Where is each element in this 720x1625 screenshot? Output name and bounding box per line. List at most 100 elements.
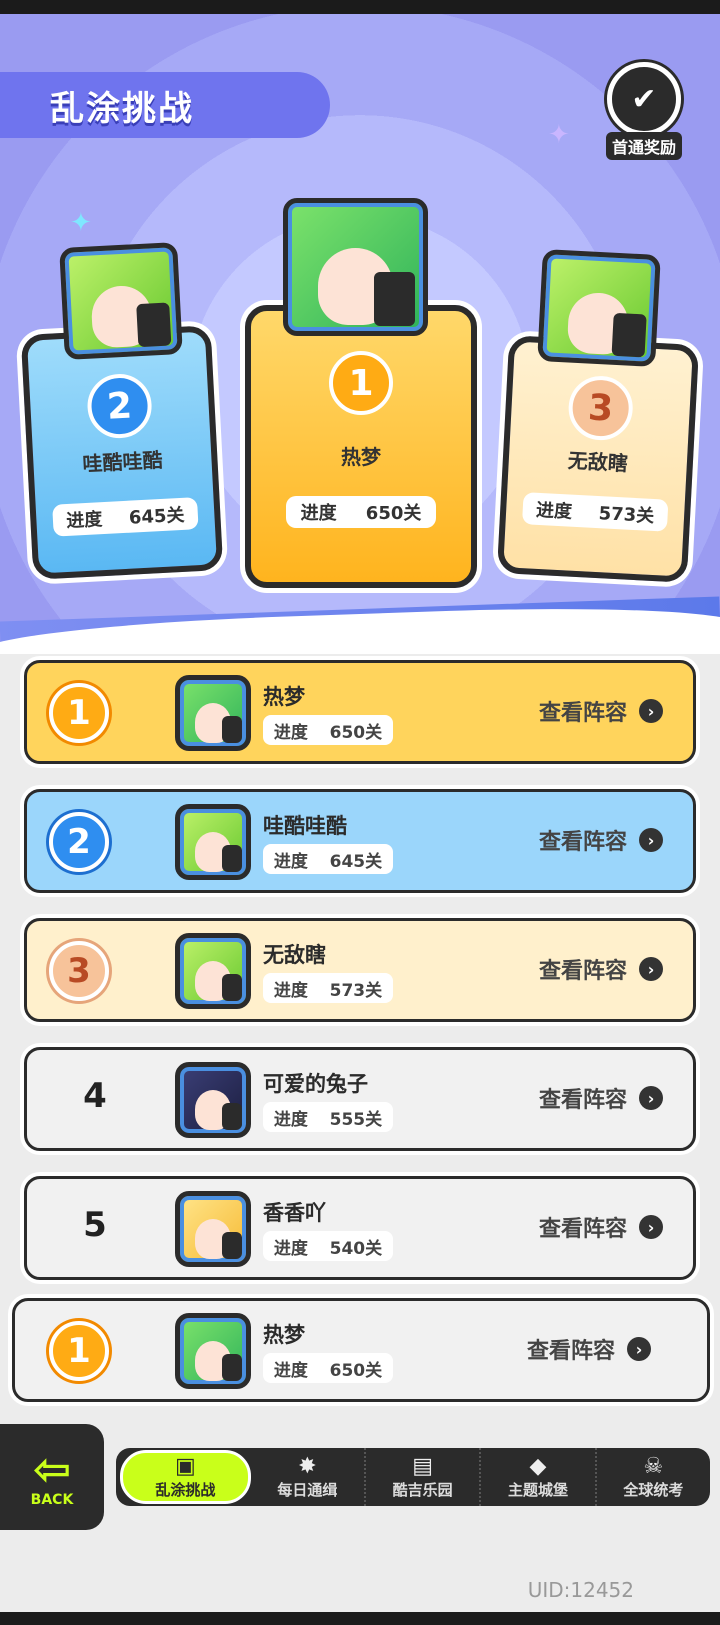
progress-value: 645关 [128, 504, 186, 529]
view-lineup-button[interactable]: 查看阵容 › [539, 1211, 663, 1243]
avatar [175, 675, 251, 751]
chevron-right-icon: › [639, 957, 663, 981]
player-name: 热梦 [263, 685, 305, 709]
rank-badge: 1 [329, 351, 393, 415]
gold-medal-icon: 1 [49, 683, 109, 743]
tab-label: 乱涂挑战 [155, 1480, 216, 1499]
player-name: 哇酷哇酷 [263, 814, 347, 838]
player-name: 无敌瞎 [263, 943, 326, 967]
castle-icon: ◆ [529, 1453, 547, 1479]
avatar [175, 933, 251, 1009]
progress-value: 650关 [329, 1360, 383, 1381]
wanted-icon: ✸ [298, 1453, 317, 1479]
progress-value: 573关 [598, 503, 655, 528]
view-lineup-button[interactable]: 查看阵容 › [539, 695, 663, 727]
view-lineup-button[interactable]: 查看阵容 › [527, 1333, 651, 1365]
podium-first[interactable]: 1 热梦 进度 650关 [245, 305, 477, 588]
progress-pill: 进度 650关 [263, 1353, 393, 1383]
podium-third[interactable]: 3 无敌瞎 进度 573关 [496, 335, 700, 583]
player-name: 热梦 [341, 445, 381, 469]
player-name: 香香吖 [263, 1201, 326, 1225]
view-lineup-label: 查看阵容 [538, 1217, 627, 1242]
progress-value: 650关 [365, 503, 422, 524]
progress-value: 555关 [329, 1109, 383, 1130]
avatar [283, 198, 428, 336]
chevron-right-icon: › [627, 1337, 651, 1361]
avatar [59, 241, 183, 361]
sparkle-icon: ✦ [548, 120, 570, 150]
progress-value: 573关 [329, 980, 383, 1001]
tab-theme-castle[interactable]: ◆ 主题城堡 [481, 1448, 597, 1506]
progress-pill: 进度 573关 [263, 973, 393, 1003]
player-name: 可爱的兔子 [263, 1072, 368, 1096]
progress-label: 进度 [535, 499, 573, 523]
avatar [175, 1062, 251, 1138]
tab-global-exam[interactable]: ☠ 全球统考 [597, 1448, 710, 1506]
back-label: BACK [30, 1492, 74, 1508]
view-lineup-label: 查看阵容 [538, 830, 627, 855]
gold-medal-icon: 1 [49, 1321, 109, 1381]
progress-label: 进度 [273, 1109, 308, 1130]
gamepad-icon: ▣ [174, 1453, 196, 1479]
leaderboard-row[interactable]: 3 无敌瞎 进度 573关 查看阵容 › [24, 918, 696, 1022]
chevron-right-icon: › [639, 699, 663, 723]
my-rank-row[interactable]: 1 热梦 进度 650关 查看阵容 › [12, 1298, 710, 1402]
avatar [175, 1313, 251, 1389]
leaderboard-row[interactable]: 2 哇酷哇酷 进度 645关 查看阵容 › [24, 789, 696, 893]
leaderboard-row[interactable]: 1 热梦 进度 650关 查看阵容 › [24, 660, 696, 764]
view-lineup-label: 查看阵容 [538, 701, 627, 726]
avatar [175, 1191, 251, 1267]
progress-label: 进度 [300, 503, 337, 524]
tab-label: 酷吉乐园 [392, 1480, 453, 1499]
bronze-medal-icon: 3 [49, 941, 109, 1001]
player-name: 热梦 [263, 1323, 305, 1347]
progress-pill: 进度 540关 [263, 1231, 393, 1261]
leaderboard-row[interactable]: 4 可爱的兔子 进度 555关 查看阵容 › [24, 1047, 696, 1151]
console-icon: ▤ [412, 1453, 434, 1479]
progress-pill: 进度 650关 [286, 496, 436, 528]
progress-value: 650关 [329, 722, 383, 743]
rank-badge: 2 [85, 372, 154, 440]
hero-stripe [0, 596, 720, 652]
progress-value: 540关 [329, 1238, 383, 1259]
rank-badge: 3 [567, 374, 635, 442]
view-lineup-button[interactable]: 查看阵容 › [539, 953, 663, 985]
back-button[interactable]: ⇦ BACK [0, 1424, 104, 1530]
first-clear-reward-button[interactable]: ✔ 首通奖励 [598, 62, 690, 160]
progress-pill: 进度 645关 [52, 497, 199, 537]
chevron-right-icon: › [639, 828, 663, 852]
progress-label: 进度 [273, 980, 308, 1001]
skull-icon: ☠ [643, 1453, 664, 1479]
progress-pill: 进度 645关 [263, 844, 393, 874]
player-name: 哇酷哇酷 [81, 447, 164, 477]
rank-number: 4 [83, 1076, 107, 1116]
podium-second[interactable]: 2 哇酷哇酷 进度 645关 [20, 325, 224, 580]
progress-label: 进度 [273, 1238, 308, 1259]
avatar [537, 248, 661, 368]
first-reward-label: 首通奖励 [605, 132, 682, 160]
progress-label: 进度 [273, 1360, 308, 1381]
avatar [175, 804, 251, 880]
progress-pill: 进度 650关 [263, 715, 393, 745]
bottom-nav: ▣ 乱涂挑战 ✸ 每日通缉 ▤ 酷吉乐园 ◆ 主题城堡 ☠ 全球统考 [116, 1448, 710, 1506]
tab-kuji-park[interactable]: ▤ 酷吉乐园 [366, 1448, 482, 1506]
tab-label: 每日通缉 [277, 1480, 338, 1499]
progress-label: 进度 [273, 851, 308, 872]
view-lineup-button[interactable]: 查看阵容 › [539, 824, 663, 856]
chevron-right-icon: › [639, 1086, 663, 1110]
view-lineup-button[interactable]: 查看阵容 › [539, 1082, 663, 1114]
view-lineup-label: 查看阵容 [526, 1339, 615, 1364]
tab-daily-wanted[interactable]: ✸ 每日通缉 [251, 1448, 366, 1506]
chevron-right-icon: › [639, 1215, 663, 1239]
leaderboard-row[interactable]: 5 香香吖 进度 540关 查看阵容 › [24, 1176, 696, 1280]
silver-medal-icon: 2 [49, 812, 109, 872]
title-banner: 乱涂挑战 [0, 72, 330, 138]
progress-label: 进度 [65, 509, 103, 532]
tab-label: 全球统考 [623, 1480, 684, 1499]
back-arrow-icon: ⇦ [32, 1442, 72, 1496]
view-lineup-label: 查看阵容 [538, 959, 627, 984]
tab-doodle-challenge[interactable]: ▣ 乱涂挑战 [120, 1450, 251, 1504]
rank-number: 5 [83, 1205, 107, 1245]
status-bar [0, 0, 720, 14]
reward-icon: ✔ [607, 62, 681, 136]
